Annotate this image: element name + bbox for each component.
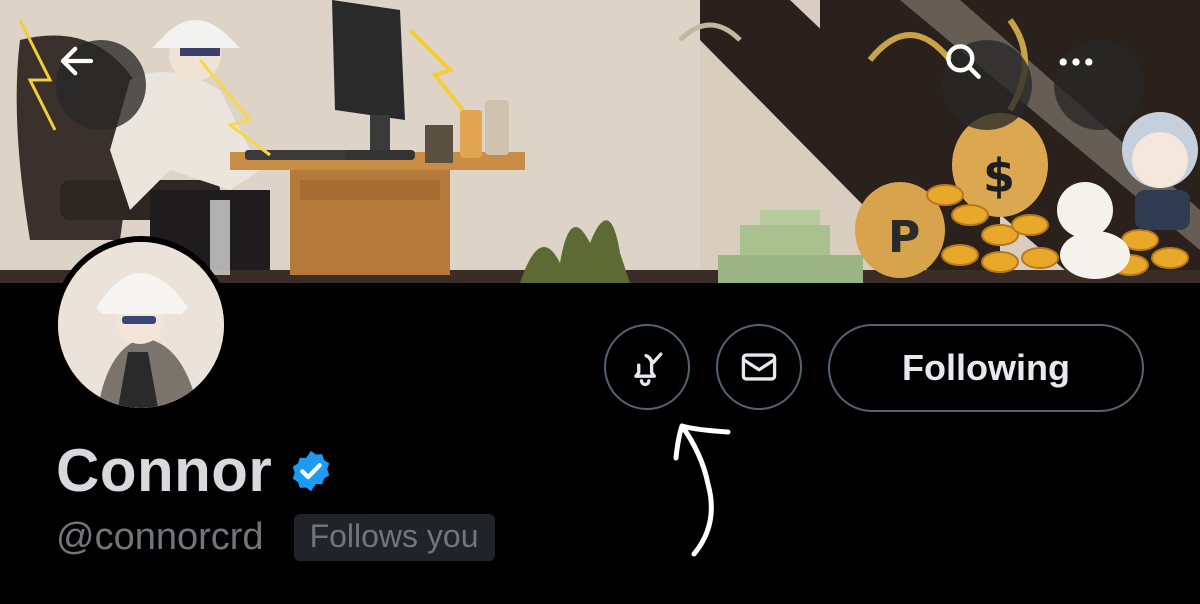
notifications-button[interactable]: [604, 324, 690, 410]
profile-name-row: Connor: [56, 436, 334, 505]
avatar-image: [58, 242, 224, 408]
back-button[interactable]: [56, 40, 146, 130]
more-options-button[interactable]: [1054, 40, 1144, 130]
message-button[interactable]: [716, 324, 802, 410]
bell-check-icon: [634, 352, 663, 387]
search-icon: [946, 44, 981, 79]
profile-avatar[interactable]: [52, 236, 230, 414]
profile-banner[interactable]: P $: [0, 0, 1200, 283]
svg-text:$: $: [983, 149, 1015, 203]
annotation-arrow: [673, 423, 731, 557]
username-handle: @connorcrd: [56, 516, 264, 558]
following-button[interactable]: Following: [828, 324, 1144, 412]
envelope-icon: [741, 353, 777, 381]
profile-handle-row: @connorcrd Follows you: [56, 514, 495, 561]
more-horizontal-icon: [1059, 58, 1093, 66]
follows-you-badge: Follows you: [293, 514, 495, 561]
svg-text:P: P: [888, 212, 920, 263]
banner-artwork: P $: [0, 0, 1200, 283]
display-name: Connor: [56, 437, 273, 504]
verified-badge-icon[interactable]: [288, 448, 334, 494]
search-button[interactable]: [942, 40, 1032, 130]
arrow-left-icon: [60, 46, 94, 76]
